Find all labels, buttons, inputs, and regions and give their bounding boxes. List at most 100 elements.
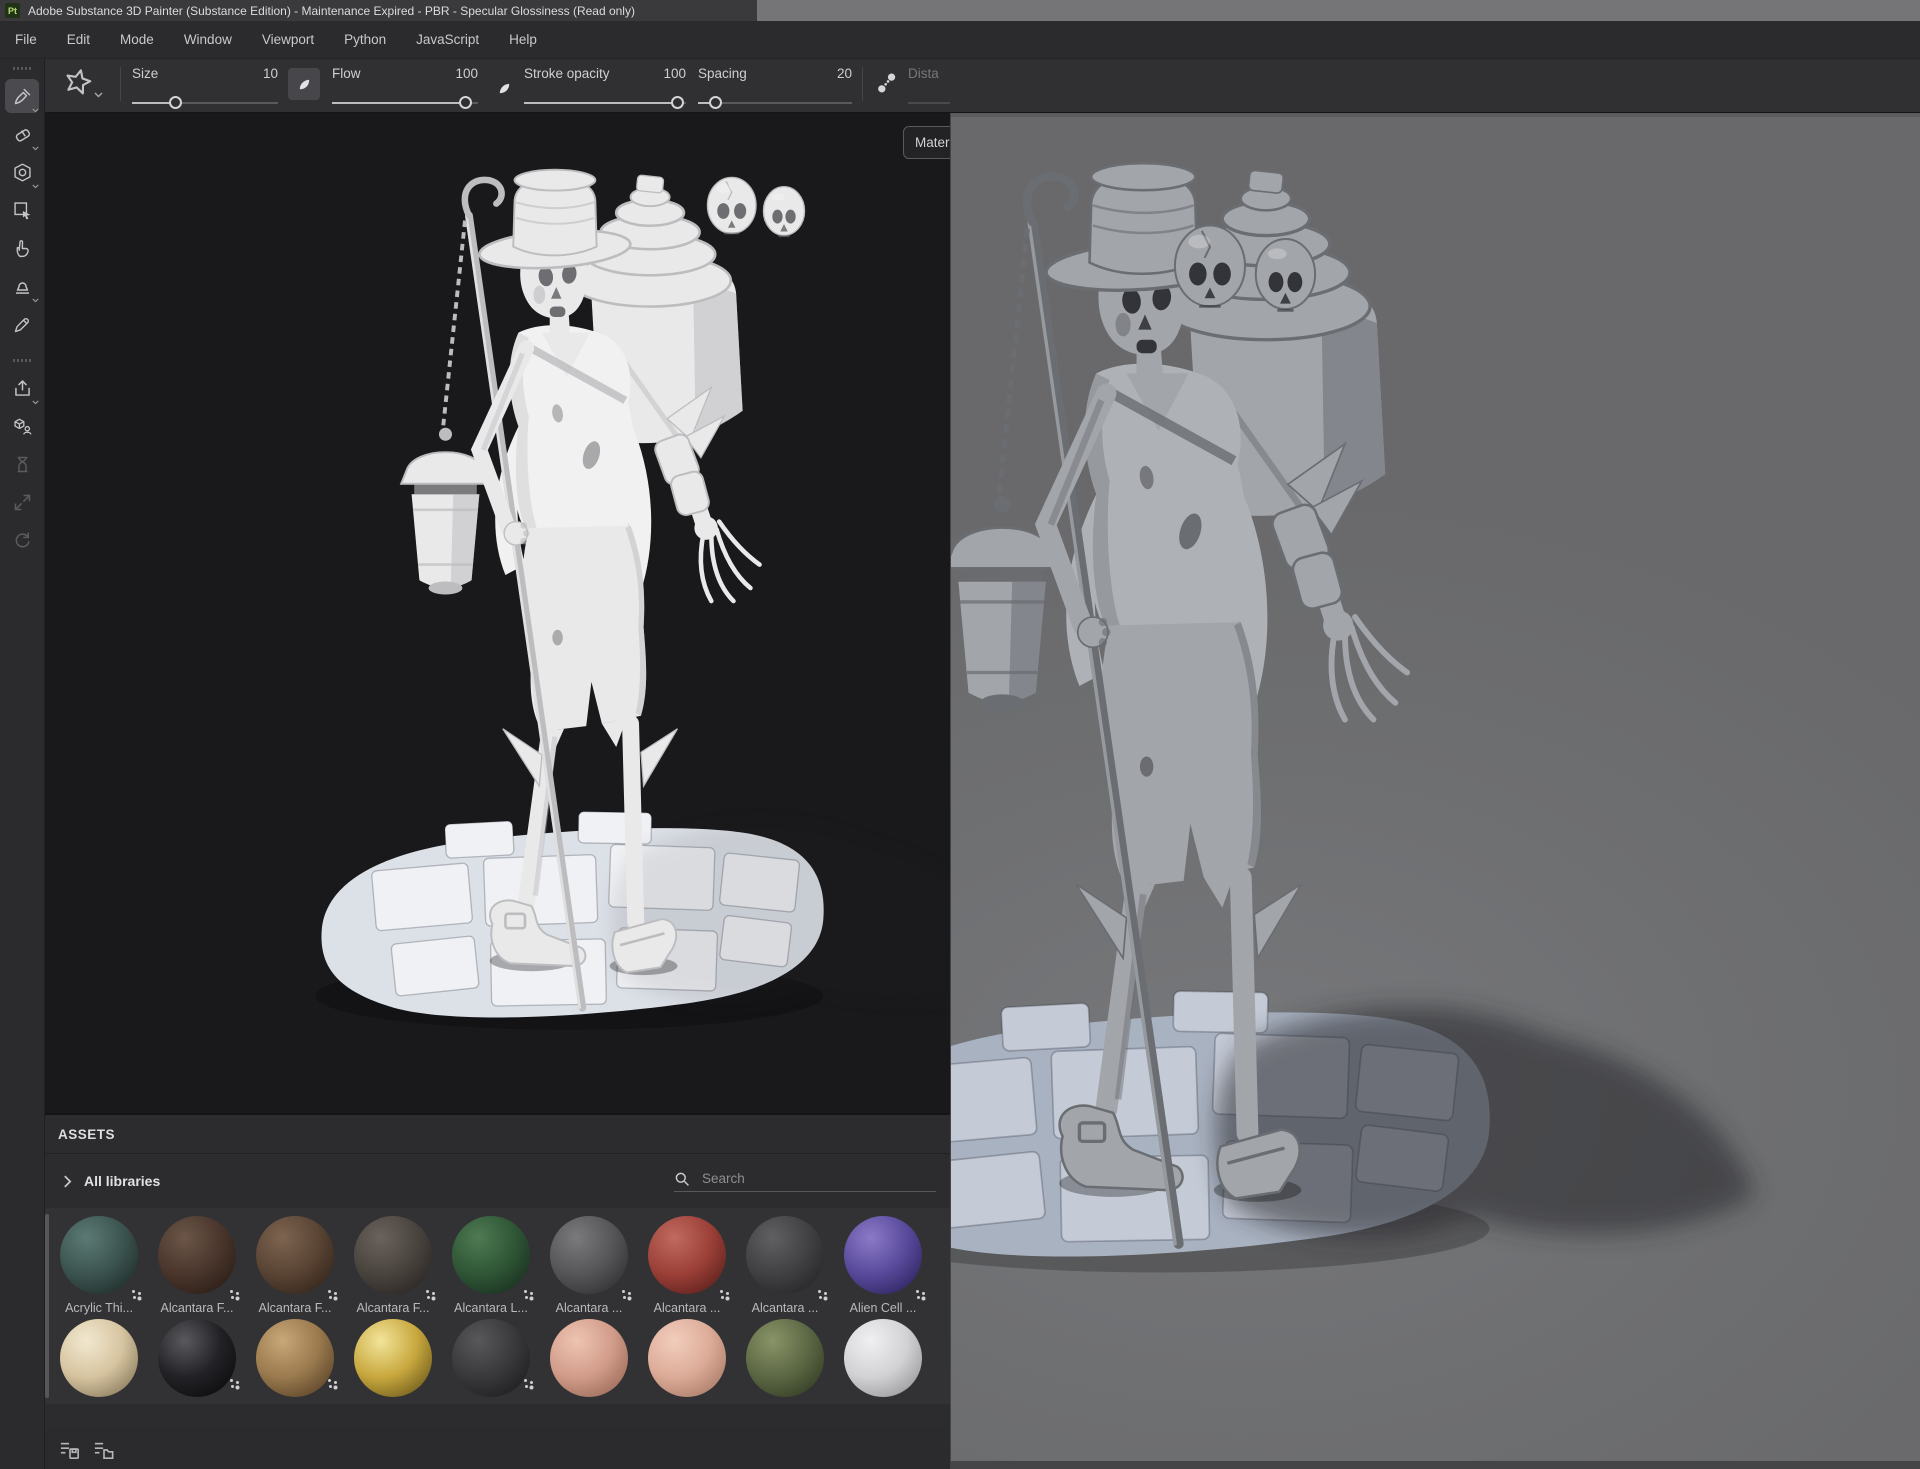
menu-item[interactable]: Python	[329, 22, 401, 58]
material-item[interactable]	[549, 1319, 629, 1404]
menu-item[interactable]: Edit	[52, 22, 105, 58]
menu-item[interactable]: Help	[494, 22, 552, 58]
clone-stamp-icon	[12, 276, 33, 297]
tool-button[interactable]	[5, 269, 39, 303]
material-type-badge-icon	[328, 1379, 331, 1382]
material-thumbnail	[648, 1216, 726, 1294]
size-pressure-toggle[interactable]	[288, 68, 320, 100]
size-slider-knob[interactable]	[169, 96, 182, 109]
material-item[interactable]	[745, 1319, 825, 1404]
flow-slider-knob[interactable]	[459, 96, 472, 109]
tool-button[interactable]	[5, 523, 39, 557]
material-item[interactable]: Alcantara ...	[745, 1216, 825, 1315]
tool-button[interactable]	[5, 485, 39, 519]
material-thumbnail	[60, 1319, 138, 1397]
all-libraries-label[interactable]: All libraries	[84, 1173, 160, 1189]
menu-item[interactable]: File	[0, 22, 52, 58]
menu-item[interactable]: Window	[169, 22, 247, 58]
floating-skulls	[700, 168, 812, 254]
material-label: Acrylic Thi...	[59, 1301, 139, 1315]
material-type-badge-icon	[818, 1290, 821, 1293]
tool-button[interactable]	[5, 231, 39, 265]
tool-button[interactable]	[5, 117, 39, 151]
asset-list-save-icon[interactable]	[59, 1440, 81, 1460]
assets-panel: ASSETS All libraries Acry	[45, 1113, 950, 1469]
menu-item[interactable]: Viewport	[247, 22, 329, 58]
size-value[interactable]: 10	[263, 66, 278, 81]
distance-slider[interactable]	[908, 102, 950, 104]
size-label: Size	[132, 66, 158, 81]
tool-button[interactable]	[5, 447, 39, 481]
spacing-slider-knob[interactable]	[709, 96, 722, 109]
tool-button[interactable]	[5, 307, 39, 341]
stroke-opacity-slider[interactable]	[524, 102, 686, 104]
toolbar-grip-handle[interactable]	[13, 67, 31, 70]
viewport-bottom-seam	[951, 1461, 1920, 1469]
toolbar-grip-handle[interactable]	[13, 359, 31, 362]
viewport-3d-left[interactable]: Mater	[45, 112, 950, 1113]
menu-item[interactable]: Mode	[105, 22, 169, 58]
material-item[interactable]	[647, 1319, 727, 1404]
size-slider[interactable]	[132, 102, 278, 104]
tool-button[interactable]	[5, 409, 39, 443]
material-type-badge-icon	[426, 1290, 429, 1293]
assets-search[interactable]	[674, 1170, 936, 1192]
material-item[interactable]: Alcantara ...	[647, 1216, 727, 1315]
tool-button[interactable]	[5, 193, 39, 227]
material-label: Alcantara F...	[157, 1301, 237, 1315]
material-mode-button[interactable]: Mater	[903, 126, 950, 159]
app-icon: Pt	[5, 3, 20, 18]
spacing-value[interactable]: 20	[837, 66, 852, 81]
material-item[interactable]	[255, 1319, 335, 1404]
material-item[interactable]: Alcantara F...	[157, 1216, 237, 1315]
material-thumbnail	[844, 1319, 922, 1397]
reload-icon	[12, 530, 33, 551]
fullscreen-icon	[12, 492, 33, 513]
assets-libraries-row: All libraries	[45, 1154, 950, 1208]
background-window-strip	[757, 0, 1920, 21]
chevron-right-icon[interactable]	[63, 1175, 72, 1188]
material-thumbnail	[746, 1319, 824, 1397]
spacing-pattern-icon[interactable]	[874, 70, 900, 96]
material-thumbnail	[60, 1216, 138, 1294]
projection-icon	[12, 162, 33, 183]
material-item[interactable]: Acrylic Thi...	[59, 1216, 139, 1315]
menu-bar: File Edit Mode Window Viewport Python Ja…	[0, 21, 1920, 59]
material-item[interactable]	[353, 1319, 433, 1404]
stroke-opacity-slider-knob[interactable]	[671, 96, 684, 109]
flow-value[interactable]: 100	[455, 66, 478, 81]
material-item[interactable]	[843, 1319, 923, 1404]
material-type-badge-icon	[230, 1379, 233, 1382]
material-item[interactable]	[157, 1319, 237, 1404]
material-thumbnail	[158, 1319, 236, 1397]
menu-item[interactable]: JavaScript	[401, 22, 494, 58]
window-title: Adobe Substance 3D Painter (Substance Ed…	[28, 4, 635, 18]
flow-pressure-toggle[interactable]	[494, 78, 514, 98]
material-item[interactable]	[451, 1319, 531, 1404]
tool-button[interactable]	[5, 155, 39, 189]
material-item[interactable]: Alien Cell ...	[843, 1216, 923, 1315]
tool-button[interactable]	[5, 79, 39, 113]
material-item[interactable]: Alcantara ...	[549, 1216, 629, 1315]
material-item[interactable]	[59, 1319, 139, 1404]
brush-stamp-chevron-icon[interactable]	[94, 92, 103, 98]
material-type-badge-icon	[132, 1290, 135, 1293]
chevron-down-icon	[32, 298, 39, 303]
stroke-opacity-label: Stroke opacity	[524, 66, 610, 81]
flow-slider[interactable]	[332, 102, 478, 104]
search-input[interactable]	[700, 1170, 936, 1187]
material-item[interactable]: Alcantara L...	[451, 1216, 531, 1315]
spacing-slider[interactable]	[698, 102, 852, 104]
smudge-icon	[12, 238, 33, 259]
material-label: Alcantara ...	[647, 1301, 727, 1315]
tool-sidebar	[0, 58, 45, 1469]
tool-button[interactable]	[5, 371, 39, 405]
hourglass-icon	[12, 454, 33, 475]
viewport-3d-right[interactable]	[950, 112, 1920, 1469]
material-item[interactable]: Alcantara F...	[353, 1216, 433, 1315]
asset-list-folder-icon[interactable]	[93, 1440, 115, 1460]
brush-stamp-icon[interactable]	[62, 66, 94, 98]
material-item[interactable]: Alcantara F...	[255, 1216, 335, 1315]
materials-scrollbar[interactable]	[45, 1214, 49, 1398]
stroke-opacity-value[interactable]: 100	[663, 66, 686, 81]
